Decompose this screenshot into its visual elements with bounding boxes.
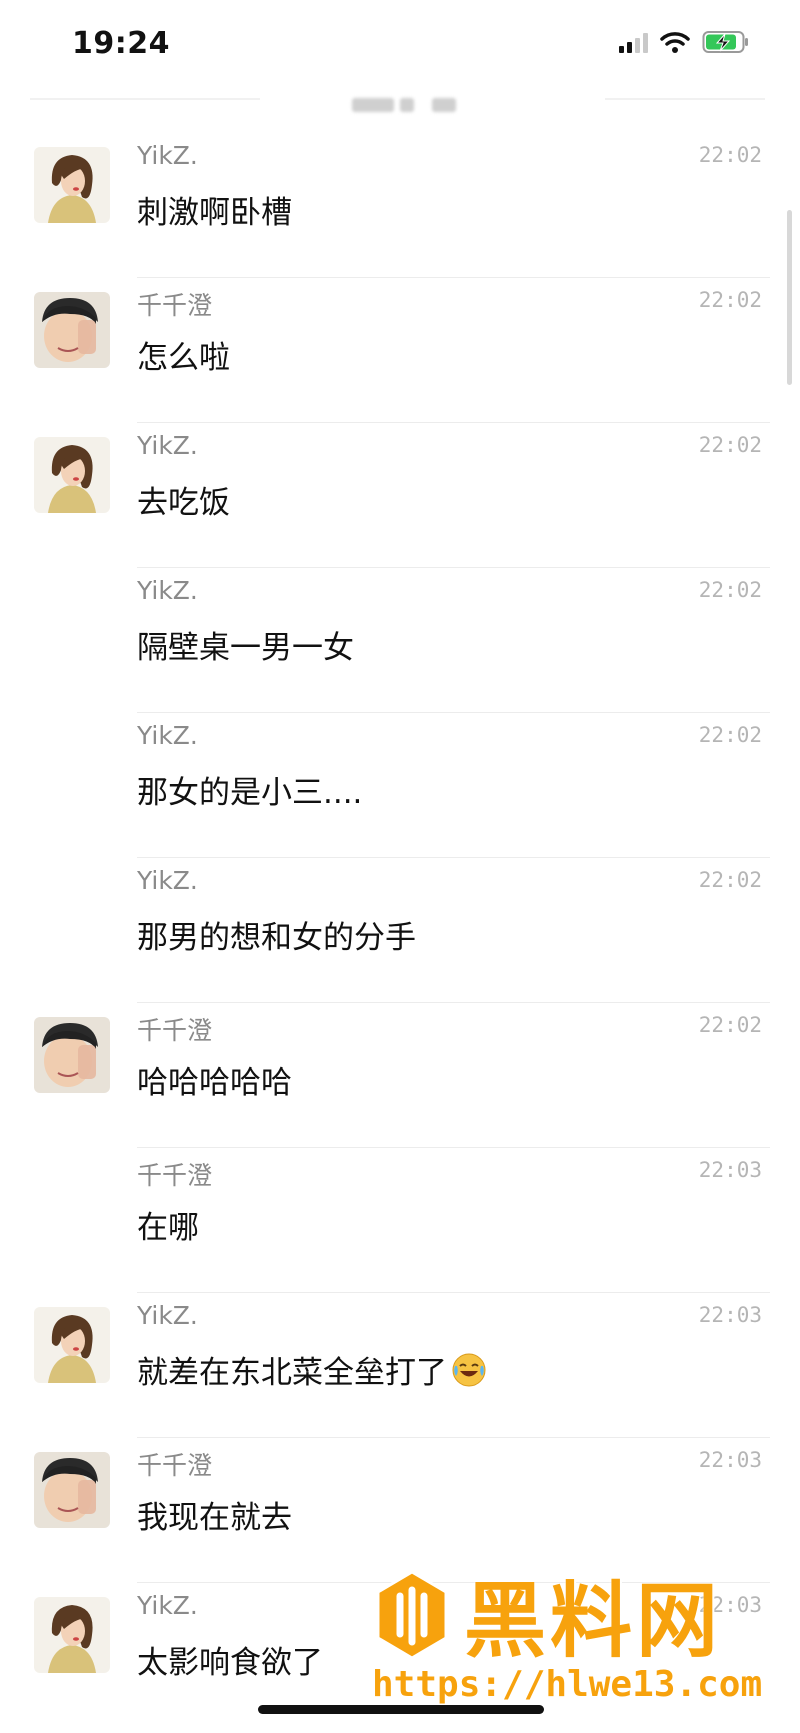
message-text-content: 怎么啦	[137, 340, 230, 376]
status-time: 19:24	[72, 26, 170, 61]
message-time: 22:02	[698, 868, 762, 892]
avatar-belle[interactable]	[34, 437, 110, 513]
sender-name: YikZ.	[137, 576, 198, 605]
message-text: 隔壁桌一男一女	[137, 622, 354, 667]
message-text: 刺激啊卧槽	[137, 187, 292, 232]
watermark-logo-icon	[376, 1570, 448, 1660]
watermark-title: 黑料网	[464, 1574, 723, 1669]
message-time: 22:02	[698, 143, 762, 167]
message-text: 哈哈哈哈哈	[137, 1057, 292, 1102]
message-row[interactable]: 千千澄 22:03 在哪	[0, 1148, 800, 1293]
message-text-content: 哈哈哈哈哈	[137, 1065, 292, 1101]
status-bar: 19:24	[0, 0, 800, 90]
message-text: 我现在就去	[137, 1492, 292, 1537]
message-text-content: 那男的想和女的分手	[137, 920, 416, 956]
message-text-content: 隔壁桌一男一女	[137, 630, 354, 666]
message-row[interactable]: 千千澄 22:02 怎么啦	[0, 278, 800, 423]
message-time: 22:02	[698, 1013, 762, 1037]
chat-header	[0, 90, 800, 130]
message-row[interactable]: YikZ. 22:03 就差在东北菜全垒打了	[0, 1293, 800, 1438]
message-text: 就差在东北菜全垒打了	[137, 1347, 487, 1392]
message-list: YikZ. 22:02 刺激啊卧槽 千千澄 22:02 怎么啦 YikZ. 22…	[0, 133, 800, 1728]
sender-name: YikZ.	[137, 141, 198, 170]
message-time: 22:03	[698, 1158, 762, 1182]
sender-name: 千千澄	[137, 1451, 213, 1480]
message-time: 22:02	[698, 288, 762, 312]
avatar-belle[interactable]	[34, 1597, 110, 1673]
sender-name: 千千澄	[137, 1016, 213, 1045]
laughing-crying-emoji-icon	[452, 1353, 486, 1386]
message-text-content: 去吃饭	[137, 485, 230, 521]
wifi-icon	[660, 32, 690, 53]
message-text: 太影响食欲了	[137, 1637, 323, 1682]
avatar-belle[interactable]	[34, 147, 110, 223]
header-divider	[605, 98, 765, 100]
header-divider	[30, 98, 260, 100]
status-icons	[619, 30, 750, 54]
sender-name: YikZ.	[137, 866, 198, 895]
watermark-url: https://hlwe13.com	[372, 1664, 763, 1705]
message-text: 怎么啦	[137, 332, 230, 377]
message-time: 22:02	[698, 578, 762, 602]
message-row[interactable]: YikZ. 22:02 去吃饭	[0, 423, 800, 568]
message-text: 在哪	[137, 1202, 199, 1247]
message-row[interactable]: YikZ. 22:02 那女的是小三....	[0, 713, 800, 858]
message-row[interactable]: YikZ. 22:02 那男的想和女的分手	[0, 858, 800, 1003]
message-text: 那男的想和女的分手	[137, 912, 416, 957]
sender-name: 千千澄	[137, 291, 213, 320]
message-time: 22:03	[698, 1303, 762, 1327]
message-text-content: 我现在就去	[137, 1500, 292, 1536]
sender-name: YikZ.	[137, 431, 198, 460]
avatar-boy[interactable]	[34, 292, 110, 368]
avatar-boy[interactable]	[34, 1017, 110, 1093]
message-text-content: 那女的是小三....	[137, 775, 363, 811]
message-text: 那女的是小三....	[137, 767, 362, 812]
message-time: 22:03	[698, 1448, 762, 1472]
home-indicator[interactable]	[258, 1705, 544, 1714]
message-row[interactable]: 千千澄 22:02 哈哈哈哈哈	[0, 1003, 800, 1148]
sender-name: YikZ.	[137, 1301, 198, 1330]
message-text-content: 就差在东北菜全垒打了	[137, 1355, 447, 1391]
watermark: 黑料网 https://hlwe13.com	[372, 1560, 767, 1710]
chat-title-blurred	[352, 94, 462, 116]
message-time: 22:02	[698, 723, 762, 747]
message-text-content: 太影响食欲了	[137, 1645, 323, 1681]
battery-charging-icon	[702, 31, 748, 53]
message-time: 22:02	[698, 433, 762, 457]
sender-name: 千千澄	[137, 1161, 213, 1190]
avatar-boy[interactable]	[34, 1452, 110, 1528]
message-text-content: 在哪	[137, 1210, 199, 1246]
sender-name: YikZ.	[137, 1591, 198, 1620]
message-text-content: 刺激啊卧槽	[137, 195, 292, 231]
avatar-belle[interactable]	[34, 1307, 110, 1383]
cellular-signal-icon	[619, 31, 648, 53]
message-text: 去吃饭	[137, 477, 230, 522]
sender-name: YikZ.	[137, 721, 198, 750]
message-row[interactable]: YikZ. 22:02 隔壁桌一男一女	[0, 568, 800, 713]
message-row[interactable]: YikZ. 22:02 刺激啊卧槽	[0, 133, 800, 278]
